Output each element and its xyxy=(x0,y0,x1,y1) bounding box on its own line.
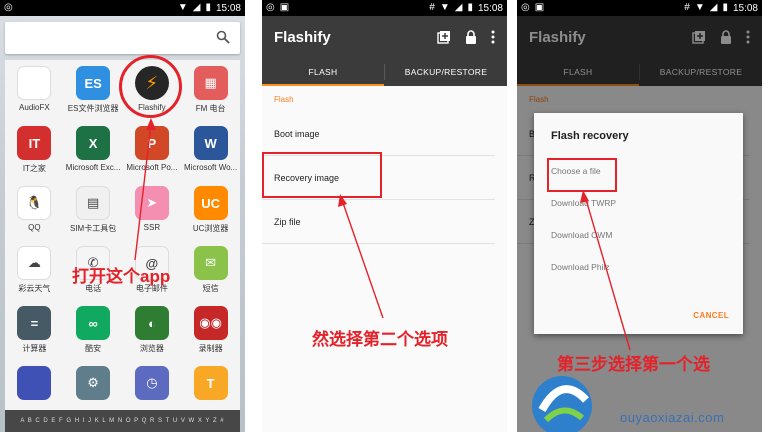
arrow-head-step2 xyxy=(338,194,347,207)
watermark-url: ouyaoxiazai.com xyxy=(620,410,725,425)
arrow-step2 xyxy=(341,199,384,319)
screenshot-collage: ◎ ▼ ◢ ▮ 15:08 AudioFX ES ES文件浏览器 ⚡ Flashify ▦… xyxy=(0,0,768,432)
arrow-step1 xyxy=(134,123,152,261)
arrow-head-step1 xyxy=(146,118,156,130)
arrow-head-step3 xyxy=(580,190,589,203)
arrow-step3 xyxy=(584,195,631,351)
